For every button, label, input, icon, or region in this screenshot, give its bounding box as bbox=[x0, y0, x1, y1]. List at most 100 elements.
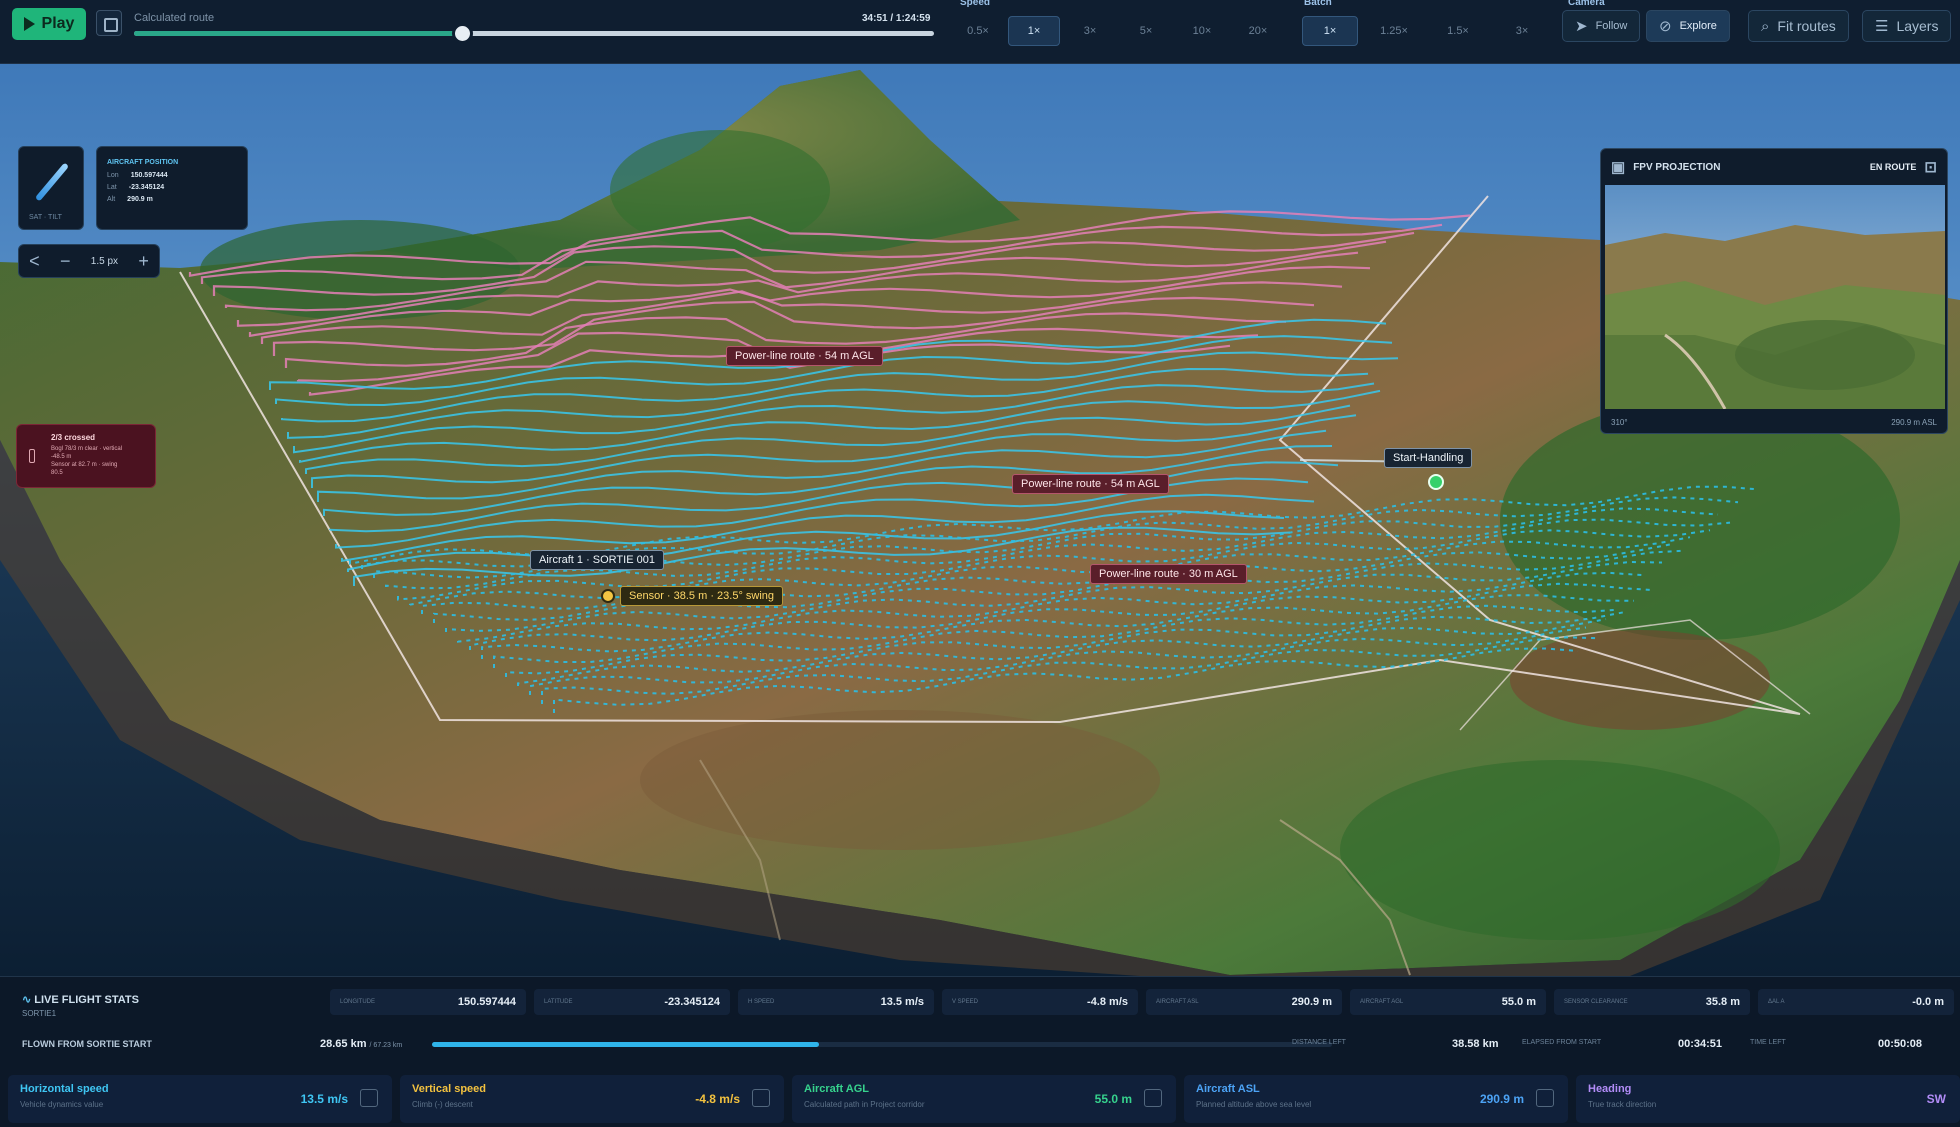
aircraft-marker[interactable] bbox=[601, 589, 615, 603]
fit-routes-label: Fit routes bbox=[1777, 18, 1836, 34]
speed-option[interactable]: 1× bbox=[1008, 16, 1060, 46]
aircraft-position-panel: AIRCRAFT POSITION Lon 150.597444 Lat -23.3… bbox=[96, 146, 248, 230]
warning-line: Sensor at 82.7 m · swing bbox=[51, 462, 118, 468]
expand-icon[interactable] bbox=[1144, 1089, 1162, 1107]
speed-option[interactable]: 10× bbox=[1176, 16, 1228, 46]
metric-card[interactable]: Aircraft AGL Calculated path in Project c… bbox=[792, 1075, 1176, 1123]
play-label: Play bbox=[41, 15, 75, 32]
metric-card-value: 13.5 m/s bbox=[300, 1092, 348, 1106]
flown-distance: 28.65 km bbox=[320, 1038, 367, 1050]
stop-button[interactable] bbox=[96, 10, 122, 36]
batch-option[interactable]: 1.25× bbox=[1366, 16, 1422, 46]
stat-label: AIRCRAFT ASL bbox=[1156, 999, 1199, 1005]
metric-card[interactable]: Heading True track direction SW bbox=[1576, 1075, 1960, 1123]
zoom-control: < − 1.5 px + bbox=[18, 244, 160, 278]
start-point-marker[interactable] bbox=[1428, 474, 1444, 490]
distance-left-value: 38.58 km bbox=[1452, 1038, 1499, 1050]
metric-card-value: SW bbox=[1926, 1092, 1946, 1106]
stat-value: -4.8 m/s bbox=[1087, 996, 1128, 1008]
route-label-30[interactable]: Power-line route · 30 m AGL bbox=[1090, 564, 1247, 584]
fpv-heading: 310° bbox=[1611, 418, 1628, 427]
metric-card[interactable]: Horizontal speed Vehicle dynamics value 13… bbox=[8, 1075, 392, 1123]
start-handling-label[interactable]: Start-Handling bbox=[1384, 448, 1473, 468]
zoom-out-button[interactable]: − bbox=[60, 251, 71, 272]
layers-button[interactable]: ☰ Layers bbox=[1862, 10, 1952, 42]
route-label: Calculated route bbox=[134, 12, 215, 24]
batch-title: Batch bbox=[1304, 0, 1332, 8]
position-row: Alt 290.9 m bbox=[107, 194, 237, 206]
zoom-in-button[interactable]: + bbox=[138, 251, 149, 272]
batch-option[interactable]: 1.5× bbox=[1430, 16, 1486, 46]
metric-card-title: Heading bbox=[1588, 1083, 1632, 1095]
position-key: Lat bbox=[107, 184, 117, 191]
follow-button[interactable]: ➤ Follow bbox=[1562, 10, 1641, 42]
fpv-header: ▣ FPV PROJECTION EN ROUTE ⊡ bbox=[1601, 149, 1947, 185]
stats-subtitle: SORTIE1 bbox=[22, 1009, 57, 1018]
share-icon[interactable]: < bbox=[29, 251, 40, 272]
stat-label: SENSOR CLEARANCE bbox=[1564, 999, 1628, 1005]
position-row: Lat -23.345124 bbox=[107, 182, 237, 194]
stat-label: AIRCRAFT AGL bbox=[1360, 999, 1404, 1005]
sensor-label[interactable]: Sensor · 38.5 m · 23.5° swing bbox=[620, 586, 784, 606]
terrain-map-3d[interactable]: SAT · TILT AIRCRAFT POSITION Lon 150.5974… bbox=[0, 64, 1960, 976]
stat-value: 55.0 m bbox=[1501, 996, 1536, 1008]
follow-label: Follow bbox=[1595, 20, 1628, 32]
expand-icon[interactable] bbox=[1536, 1089, 1554, 1107]
time-left-label: TIME LEFT bbox=[1750, 1039, 1786, 1046]
playback-slider[interactable] bbox=[134, 23, 934, 44]
speed-option[interactable]: 5× bbox=[1120, 16, 1172, 46]
position-row: Lon 150.597444 bbox=[107, 170, 237, 182]
fpv-projection-panel: ▣ FPV PROJECTION EN ROUTE ⊡ 310° 290.9 m… bbox=[1600, 148, 1948, 434]
flown-progress-row: FLOWN FROM SORTIE START 28.65 km / 67.23… bbox=[22, 1031, 1942, 1057]
stats-header: ∿ LIVE FLIGHT STATS SORTIE1 bbox=[22, 993, 139, 1018]
zoom-fit-icon: ⌕ bbox=[1761, 17, 1770, 35]
metric-card-value: 290.9 m bbox=[1479, 1092, 1524, 1106]
explore-button[interactable]: ⊘ Explore bbox=[1646, 10, 1730, 42]
top-toolbar: Play Calculated route 34:51 / 1:24:59 Sp… bbox=[0, 0, 1960, 64]
metric-card-value: 55.0 m bbox=[1094, 1092, 1132, 1106]
flown-total: / 67.23 km bbox=[369, 1042, 403, 1049]
playback-slider-thumb[interactable] bbox=[452, 23, 473, 44]
aircraft-position-title: AIRCRAFT POSITION bbox=[107, 159, 179, 166]
stat-value: -0.0 m bbox=[1912, 996, 1944, 1008]
fpv-status: EN ROUTE bbox=[1869, 162, 1917, 172]
metric-card[interactable]: Vertical speed Climb (-) descent -4.8 m/s bbox=[400, 1075, 784, 1123]
flown-label: FLOWN FROM SORTIE START bbox=[22, 1039, 152, 1049]
stat-item: LATITUDE -23.345124 bbox=[534, 989, 730, 1015]
metric-card-value: -4.8 m/s bbox=[695, 1092, 740, 1106]
explore-label: Explore bbox=[1679, 20, 1717, 32]
fit-routes-button[interactable]: ⌕ Fit routes bbox=[1748, 10, 1849, 42]
stat-value: -23.345124 bbox=[664, 996, 720, 1008]
position-key: Alt bbox=[107, 196, 116, 203]
fpv-title: FPV PROJECTION bbox=[1633, 161, 1721, 173]
stat-value: 290.9 m bbox=[1291, 996, 1332, 1008]
speed-option[interactable]: 20× bbox=[1232, 16, 1284, 46]
time-left-value: 00:50:08 bbox=[1878, 1038, 1923, 1050]
compass-widget[interactable]: SAT · TILT bbox=[18, 146, 84, 230]
batch-option[interactable]: 3× bbox=[1494, 16, 1550, 46]
clearance-warning[interactable]: 2/3 crossed Bogl 78/3 m clear · vertical… bbox=[16, 424, 156, 488]
stat-value: 150.597444 bbox=[457, 996, 516, 1008]
speed-option[interactable]: 3× bbox=[1064, 16, 1116, 46]
aircraft-label[interactable]: Aircraft 1 · SORTIE 001 bbox=[530, 550, 664, 570]
stat-item: V SPEED -4.8 m/s bbox=[942, 989, 1138, 1015]
expand-icon[interactable] bbox=[752, 1089, 770, 1107]
expand-icon[interactable]: ⊡ bbox=[1924, 158, 1937, 176]
route-label-54[interactable]: Power-line route · 54 m AGL bbox=[1012, 474, 1169, 494]
speed-option[interactable]: 0.5× bbox=[952, 16, 1004, 46]
metric-card[interactable]: Aircraft ASL Planned altitude above sea l… bbox=[1184, 1075, 1568, 1123]
route-label-pink[interactable]: Power-line route · 54 m AGL bbox=[726, 346, 883, 366]
playback-time: 34:51 / 1:24:59 bbox=[862, 13, 931, 24]
stat-label: ΔAL A bbox=[1768, 999, 1785, 1005]
warning-line: Bogl 78/3 m clear · vertical bbox=[51, 446, 123, 452]
metric-card-subtitle: True track direction bbox=[1588, 1100, 1657, 1109]
flown-progress-fill bbox=[432, 1042, 819, 1047]
stat-item: H SPEED 13.5 m/s bbox=[738, 989, 934, 1015]
stat-item: AIRCRAFT ASL 290.9 m bbox=[1146, 989, 1342, 1015]
play-button[interactable]: Play bbox=[12, 8, 86, 40]
batch-option[interactable]: 1× bbox=[1302, 16, 1358, 46]
stat-item: LONGITUDE 150.597444 bbox=[330, 989, 526, 1015]
expand-icon[interactable] bbox=[360, 1089, 378, 1107]
stat-item: AIRCRAFT AGL 55.0 m bbox=[1350, 989, 1546, 1015]
camera-title: Camera bbox=[1568, 0, 1605, 8]
